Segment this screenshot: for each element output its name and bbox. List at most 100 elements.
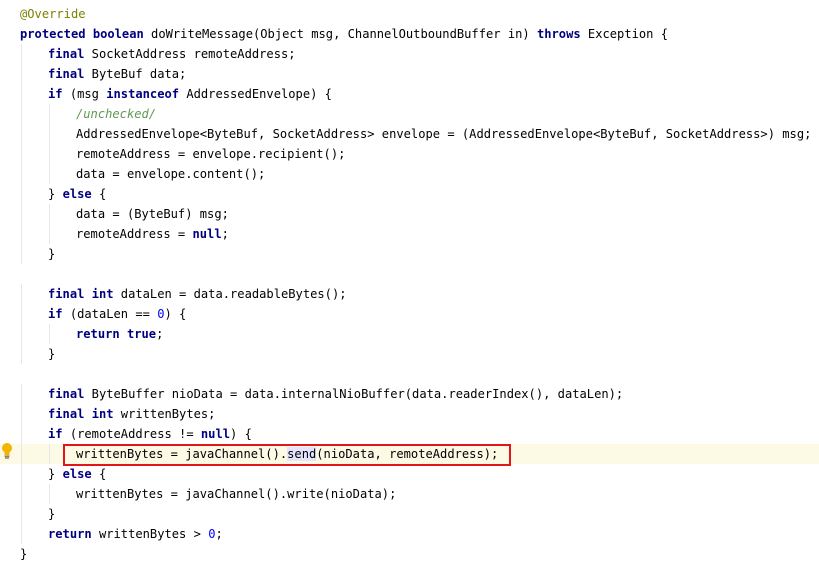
indent-guide <box>21 244 22 264</box>
code-token: @Override <box>20 7 86 21</box>
code-token: int <box>91 287 114 301</box>
code-token: } <box>48 187 63 201</box>
code-token: ) { <box>164 307 187 321</box>
code-token: if <box>48 427 63 441</box>
indent-guide <box>21 144 22 164</box>
indent-guide <box>49 204 50 224</box>
indent-guide <box>21 84 22 104</box>
code-line[interactable]: if (dataLen == 0) { <box>20 304 819 324</box>
code-token: return <box>48 527 92 541</box>
code-line[interactable]: @Override <box>20 4 819 24</box>
code-token: data = (ByteBuf) msg; <box>76 207 229 221</box>
code-line[interactable]: final ByteBuffer nioData = data.internal… <box>20 384 819 404</box>
code-line[interactable]: return writtenBytes > 0; <box>20 524 819 544</box>
code-token: { <box>91 467 107 481</box>
code-token: AddressedEnvelope) { <box>179 87 332 101</box>
indent-guide <box>21 124 22 144</box>
code-line[interactable]: data = envelope.content(); <box>20 164 819 184</box>
code-token: doWriteMessage(Object msg, ChannelOutbou… <box>143 27 537 41</box>
code-token: dataLen = data.readableBytes(); <box>113 287 347 301</box>
code-token: data = envelope.content(); <box>76 167 266 181</box>
code-editor[interactable]: @Override protected boolean doWriteMessag… <box>0 0 819 571</box>
code-token: writtenBytes = javaChannel().write(nioDa… <box>76 487 397 501</box>
code-token: ; <box>221 227 229 241</box>
code-token: final <box>48 47 85 61</box>
code-token: return <box>76 327 120 341</box>
code-line[interactable]: } <box>20 504 819 524</box>
code-line[interactable] <box>20 364 819 384</box>
code-token: final <box>48 387 85 401</box>
code-line[interactable]: final int dataLen = data.readableBytes()… <box>20 284 819 304</box>
indent-guide <box>21 524 22 544</box>
code-token: Exception { <box>580 27 669 41</box>
indent-guide <box>21 284 22 304</box>
indent-guide <box>21 424 22 444</box>
indent-guide <box>21 464 22 484</box>
indent-guide <box>49 444 50 464</box>
code-token: (msg <box>62 87 107 101</box>
code-token: AddressedEnvelope<ByteBuf, SocketAddress… <box>76 127 812 141</box>
indent-guide <box>21 104 22 124</box>
indent-guide <box>49 224 50 244</box>
code-token: protected <box>20 27 86 41</box>
code-line[interactable]: /unchecked/ <box>20 104 819 124</box>
code-line[interactable]: final ByteBuf data; <box>20 64 819 84</box>
indent-guide <box>49 164 50 184</box>
code-token: ) { <box>230 427 252 441</box>
code-line[interactable]: data = (ByteBuf) msg; <box>20 204 819 224</box>
code-token: 0 <box>157 307 165 321</box>
indent-guide <box>21 164 22 184</box>
code-line[interactable]: } <box>20 344 819 364</box>
code-line[interactable]: } else { <box>20 464 819 484</box>
code-token: ; <box>215 527 223 541</box>
indent-guide <box>21 404 22 424</box>
code-line[interactable]: } else { <box>20 184 819 204</box>
code-token: if <box>48 87 63 101</box>
code-token: { <box>91 187 107 201</box>
indent-guide <box>21 184 22 204</box>
code-token: final <box>48 67 85 81</box>
code-line[interactable]: return true; <box>20 324 819 344</box>
code-line[interactable]: final SocketAddress remoteAddress; <box>20 44 819 64</box>
code-line[interactable]: writtenBytes = javaChannel().write(nioDa… <box>20 484 819 504</box>
code-token: final <box>48 407 85 421</box>
code-token: } <box>48 247 56 261</box>
code-token: if <box>48 307 63 321</box>
code-token: SocketAddress remoteAddress; <box>84 47 296 61</box>
code-token: instanceof <box>106 87 180 101</box>
indent-guide <box>21 204 22 224</box>
code-token: ; <box>156 327 164 341</box>
code-token: else <box>62 467 92 481</box>
indent-guide <box>49 324 50 344</box>
code-line[interactable]: } <box>20 244 819 264</box>
code-line[interactable]: remoteAddress = envelope.recipient(); <box>20 144 819 164</box>
code-token: /unchecked/ <box>76 107 157 121</box>
lightbulb-icon[interactable] <box>1 442 13 460</box>
code-token: remoteAddress = envelope.recipient(); <box>76 147 346 161</box>
code-token: boolean <box>92 27 144 41</box>
code-line[interactable]: if (remoteAddress != null) { <box>20 424 819 444</box>
code-line[interactable]: protected boolean doWriteMessage(Object … <box>20 24 819 44</box>
code-line[interactable]: remoteAddress = null; <box>20 224 819 244</box>
code-token: } <box>48 507 56 521</box>
highlight-box <box>63 444 511 466</box>
code-token: writtenBytes > <box>91 527 209 541</box>
code-line[interactable] <box>20 264 819 284</box>
code-token: remoteAddress = <box>76 227 193 241</box>
indent-guide <box>21 484 22 504</box>
code-area[interactable]: @Override protected boolean doWriteMessag… <box>0 4 819 564</box>
code-line[interactable]: final int writtenBytes; <box>20 404 819 424</box>
indent-guide <box>49 104 50 124</box>
indent-guide <box>49 144 50 164</box>
code-line[interactable]: if (msg instanceof AddressedEnvelope) { <box>20 84 819 104</box>
code-line[interactable]: AddressedEnvelope<ByteBuf, SocketAddress… <box>20 124 819 144</box>
code-token: final <box>48 287 85 301</box>
code-token: } <box>48 347 56 361</box>
indent-guide <box>21 504 22 524</box>
code-line[interactable]: } <box>20 544 819 564</box>
indent-guide <box>21 444 22 464</box>
